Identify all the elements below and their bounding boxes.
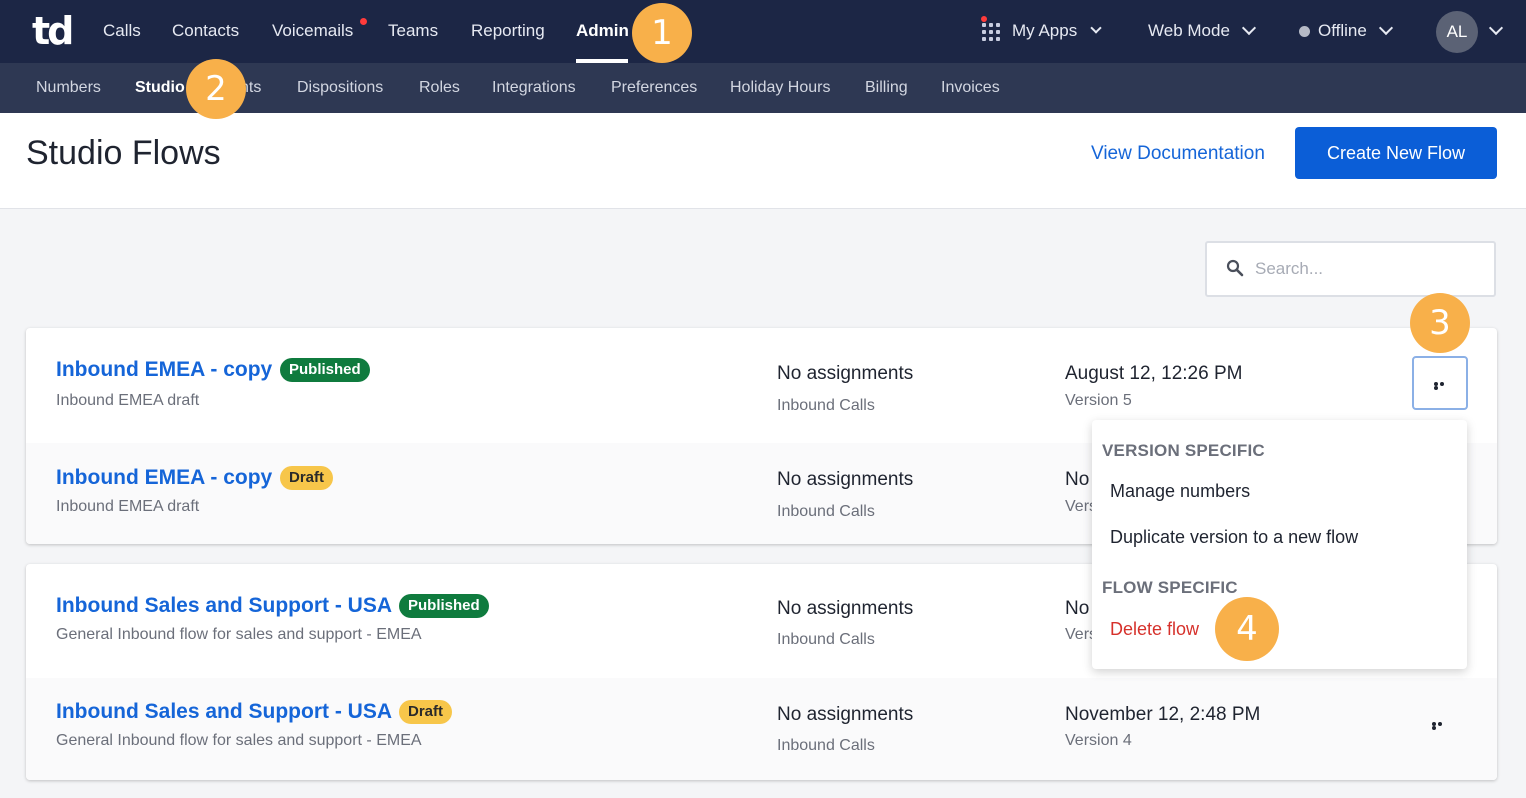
nav-calls[interactable]: Calls bbox=[103, 20, 141, 42]
ellipsis-icon bbox=[1434, 382, 1450, 390]
call-type-text: Inbound Calls bbox=[777, 397, 875, 414]
user-avatar[interactable]: AL bbox=[1436, 11, 1478, 53]
flow-description: General Inbound flow for sales and suppo… bbox=[56, 732, 422, 749]
talkdesk-logo[interactable]: td bbox=[32, 12, 74, 50]
subnav-dispositions[interactable]: Dispositions bbox=[297, 78, 383, 98]
menu-heading-version-specific: VERSION SPECIFIC bbox=[1102, 441, 1265, 460]
step-marker-4: 4 bbox=[1215, 597, 1279, 661]
flow-description: Inbound EMEA draft bbox=[56, 392, 200, 409]
web-mode-menu[interactable]: Web Mode bbox=[1148, 20, 1230, 42]
modified-date: November 12, 2:48 PM bbox=[1065, 704, 1261, 725]
step-marker-2: 2 bbox=[186, 59, 246, 119]
flow-name-link[interactable]: Inbound EMEA - copy bbox=[56, 358, 272, 382]
subnav-roles[interactable]: Roles bbox=[419, 78, 460, 98]
modified-date: August 12, 12:26 PM bbox=[1065, 363, 1243, 384]
status-badge: Published bbox=[280, 358, 370, 382]
call-type-text: Inbound Calls bbox=[777, 503, 875, 520]
flow-name-link[interactable]: Inbound EMEA - copy bbox=[56, 466, 272, 490]
subnav-invoices[interactable]: Invoices bbox=[941, 78, 1000, 98]
step-marker-3: 3 bbox=[1410, 293, 1470, 353]
assignments-text: No assignments bbox=[777, 469, 914, 490]
nav-reporting[interactable]: Reporting bbox=[471, 20, 545, 42]
voicemails-notification-dot bbox=[360, 18, 367, 25]
status-badge: Draft bbox=[280, 466, 334, 490]
menu-item-duplicate-version[interactable]: Duplicate version to a new flow bbox=[1110, 526, 1358, 548]
status-badge: Published bbox=[399, 594, 489, 618]
modified-date: No bbox=[1065, 598, 1090, 619]
status-badge: Draft bbox=[399, 700, 453, 724]
subnav-preferences[interactable]: Preferences bbox=[611, 78, 697, 98]
flow-description: Inbound EMEA draft bbox=[56, 498, 200, 515]
subnav-billing[interactable]: Billing bbox=[865, 78, 908, 98]
subnav-holiday-hours[interactable]: Holiday Hours bbox=[730, 78, 830, 98]
nav-voicemails[interactable]: Voicemails bbox=[272, 20, 353, 42]
flow-row[interactable]: Inbound Sales and Support - USA Draft Ge… bbox=[26, 678, 1497, 780]
my-apps-menu[interactable]: My Apps bbox=[1012, 20, 1077, 42]
flow-name-link[interactable]: Inbound Sales and Support - USA bbox=[56, 700, 392, 724]
step-marker-1: 1 bbox=[632, 3, 692, 63]
nav-admin[interactable]: Admin bbox=[576, 20, 629, 42]
call-type-text: Inbound Calls bbox=[777, 737, 875, 754]
subnav-studio[interactable]: Studio bbox=[135, 78, 185, 98]
page-title: Studio Flows bbox=[26, 134, 221, 172]
view-documentation-link[interactable]: View Documentation bbox=[1091, 142, 1265, 166]
menu-item-delete-flow[interactable]: Delete flow bbox=[1110, 618, 1199, 640]
search-input[interactable] bbox=[1255, 255, 1480, 283]
more-options-button[interactable] bbox=[1412, 356, 1468, 410]
flow-row[interactable]: Inbound EMEA - copy Published Inbound EM… bbox=[26, 328, 1497, 434]
apps-notification-dot bbox=[981, 16, 987, 22]
menu-item-manage-numbers[interactable]: Manage numbers bbox=[1110, 480, 1250, 502]
apps-grid-icon[interactable] bbox=[982, 23, 1000, 41]
flow-description: General Inbound flow for sales and suppo… bbox=[56, 626, 422, 643]
status-menu[interactable]: Offline bbox=[1318, 20, 1367, 42]
status-dot-icon bbox=[1299, 26, 1310, 37]
modified-date: No bbox=[1065, 469, 1090, 490]
call-type-text: Inbound Calls bbox=[777, 631, 875, 648]
flow-options-menu: VERSION SPECIFIC Manage numbers Duplicat… bbox=[1092, 420, 1467, 669]
assignments-text: No assignments bbox=[777, 363, 914, 384]
more-options-button[interactable] bbox=[1412, 698, 1468, 752]
version-text: Version 4 bbox=[1065, 732, 1132, 749]
flow-name-link[interactable]: Inbound Sales and Support - USA bbox=[56, 594, 392, 618]
nav-teams[interactable]: Teams bbox=[388, 20, 438, 42]
menu-heading-flow-specific: FLOW SPECIFIC bbox=[1102, 578, 1238, 597]
assignments-text: No assignments bbox=[777, 704, 914, 725]
create-new-flow-button[interactable]: Create New Flow bbox=[1295, 127, 1497, 179]
search-icon bbox=[1226, 259, 1244, 277]
subnav-integrations[interactable]: Integrations bbox=[492, 78, 576, 98]
version-text: Version 5 bbox=[1065, 392, 1132, 409]
nav-contacts[interactable]: Contacts bbox=[172, 20, 239, 42]
subnav-numbers[interactable]: Numbers bbox=[36, 78, 101, 98]
ellipsis-icon bbox=[1432, 722, 1448, 730]
assignments-text: No assignments bbox=[777, 598, 914, 619]
